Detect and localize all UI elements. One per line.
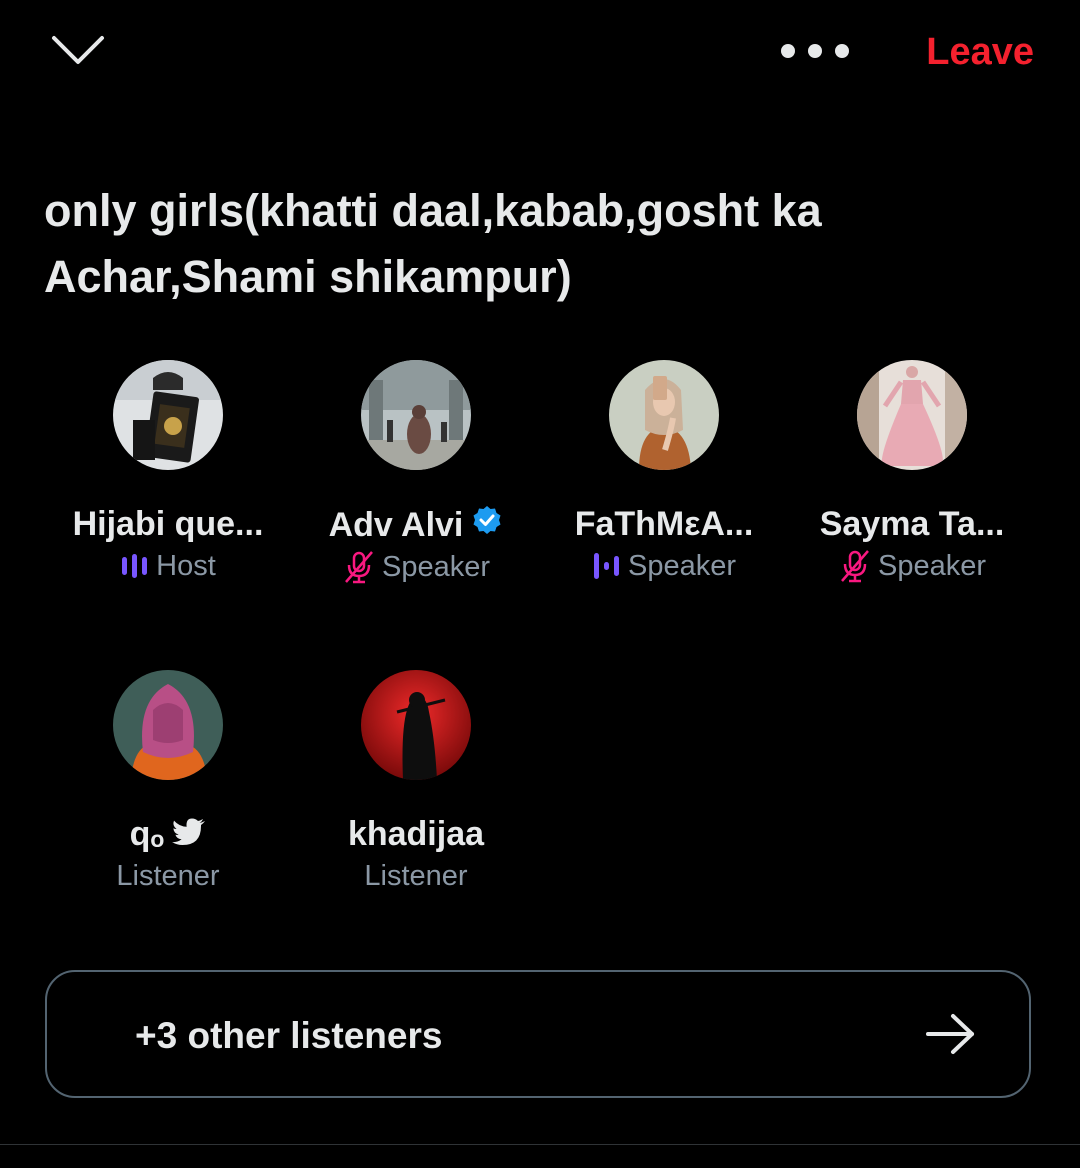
speaking-bars-icon <box>120 553 150 579</box>
participant-speaker[interactable]: FaThMεA... Speaker <box>540 360 788 584</box>
space-title: only girls(khatti daal,kabab,gosht ka Ac… <box>44 185 822 302</box>
participant-name: khadijaa <box>292 814 540 854</box>
participant-role: Listener <box>292 858 540 894</box>
role-label: Speaker <box>877 550 986 582</box>
participant-speaker[interactable]: Adv Alvi Speaker <box>292 360 540 585</box>
chevron-down-icon[interactable] <box>50 30 106 70</box>
bird-icon <box>172 814 206 854</box>
participant-name-text: khadijaa <box>347 815 485 853</box>
participant-speaker[interactable]: Sayma Ta... Speaker <box>788 360 1036 584</box>
participant-name-text: Adv Alvi <box>328 505 464 544</box>
participant-name: qₒ <box>44 814 292 854</box>
avatar[interactable] <box>857 360 967 470</box>
participant-name-text: Sayma Ta... <box>819 505 1005 543</box>
other-listeners-button[interactable]: +3 other listeners <box>45 970 1031 1098</box>
participant-name: Adv Alvi <box>292 504 540 545</box>
participant-name: FaThMεA... <box>540 504 788 544</box>
avatar[interactable] <box>609 360 719 470</box>
role-label: Listener <box>116 860 220 892</box>
space-screen: Leave only girls(khatti daal,kabab,gosht… <box>0 0 1080 1168</box>
participant-host[interactable]: Hijabi que... Host <box>44 360 292 584</box>
role-label: Speaker <box>627 550 736 582</box>
participant-name: Sayma Ta... <box>788 504 1036 544</box>
avatar[interactable] <box>113 360 223 470</box>
participant-role: Listener <box>44 858 292 894</box>
speaking-bars-icon <box>592 551 622 581</box>
participant-role: Speaker <box>788 548 1036 584</box>
avatar[interactable] <box>361 670 471 780</box>
participant-listener[interactable]: khadijaa Listener <box>292 670 540 894</box>
participant-name-text: FaThMεA... <box>574 505 754 543</box>
participant-listener[interactable]: qₒ Listener <box>44 670 292 894</box>
role-label: Speaker <box>381 551 490 583</box>
participant-role: Speaker <box>540 548 788 584</box>
participant-name: Hijabi que... <box>44 504 292 544</box>
more-dots-icon[interactable] <box>778 34 852 68</box>
other-listeners-label: +3 other listeners <box>135 1015 443 1056</box>
mic-muted-icon <box>838 549 872 583</box>
avatar[interactable] <box>113 670 223 780</box>
participant-role: Speaker <box>292 549 540 585</box>
mic-muted-icon <box>342 550 376 584</box>
arrow-right-icon <box>925 1012 977 1061</box>
role-label: Listener <box>364 860 468 892</box>
bottom-divider <box>0 1144 1080 1145</box>
role-label: Host <box>156 550 216 582</box>
verified-badge-icon <box>471 504 503 545</box>
avatar[interactable] <box>361 360 471 470</box>
leave-button[interactable]: Leave <box>926 30 1034 74</box>
participant-name-text: Hijabi que... <box>72 505 264 543</box>
participant-name-text: qₒ <box>129 815 165 853</box>
participant-role: Host <box>44 548 292 584</box>
